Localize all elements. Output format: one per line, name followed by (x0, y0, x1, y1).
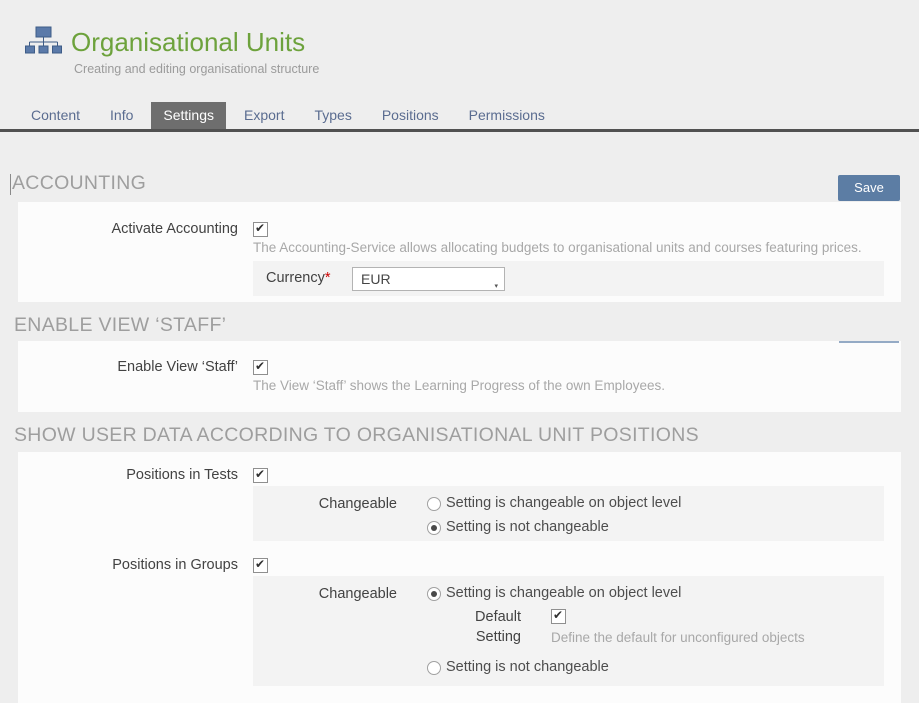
groups-not-changeable-radio-label[interactable]: Setting is not changeable (446, 659, 609, 675)
section-title-staff-view: ENABLE VIEW ‘STAFF’ (14, 314, 226, 337)
tests-changeable-subpanel: Changeable Setting is changeable on obje… (253, 486, 884, 541)
tab-positions[interactable]: Positions (370, 102, 451, 129)
default-setting-description: Define the default for unconfigured obje… (551, 630, 805, 645)
positions-in-groups-checkbox[interactable] (253, 558, 268, 573)
staff-view-panel: Enable View ‘Staff’ The View ‘Staff’ sho… (18, 341, 901, 412)
tab-permissions[interactable]: Permissions (457, 102, 557, 129)
groups-changeable-radio-label[interactable]: Setting is changeable on object level (446, 585, 681, 601)
positions-in-tests-label: Positions in Tests (18, 467, 238, 483)
panel-top-accent-line (839, 341, 899, 343)
tests-changeable-radio-label[interactable]: Setting is changeable on object level (446, 495, 681, 511)
groups-not-changeable-radio[interactable] (427, 661, 441, 675)
default-setting-label-line2: Setting (476, 629, 521, 645)
tab-underline (0, 129, 919, 132)
required-asterisk: * (325, 270, 331, 286)
tests-not-changeable-radio[interactable] (427, 521, 441, 535)
enable-view-staff-label: Enable View ‘Staff’ (18, 359, 238, 375)
tests-not-changeable-radio-label[interactable]: Setting is not changeable (446, 519, 609, 535)
default-setting-checkbox[interactable] (551, 609, 566, 624)
groups-changeable-radio[interactable] (427, 587, 441, 601)
section-title-user-data: SHOW USER DATA ACCORDING TO ORGANISATION… (14, 424, 699, 447)
org-chart-icon (25, 26, 63, 59)
tests-changeable-label: Changeable (253, 496, 397, 512)
text-cursor (10, 174, 11, 195)
currency-subpanel: Currency* EUR ▾ (253, 261, 884, 296)
activate-accounting-checkbox[interactable] (253, 222, 268, 237)
tab-export[interactable]: Export (232, 102, 296, 129)
activate-accounting-label: Activate Accounting (18, 221, 238, 237)
currency-select[interactable]: EUR ▾ (352, 267, 505, 291)
currency-select-value: EUR (361, 271, 391, 287)
positions-in-groups-label: Positions in Groups (18, 557, 238, 573)
page-title: Organisational Units (71, 27, 305, 58)
dropdown-arrow-icon: ▾ (494, 276, 498, 298)
currency-label-text: Currency (266, 270, 325, 286)
groups-changeable-label: Changeable (253, 586, 397, 602)
section-title-accounting: ACCOUNTING (12, 172, 146, 195)
default-setting-label: Default Setting (373, 607, 521, 647)
groups-changeable-subpanel: Changeable Setting is changeable on obje… (253, 576, 884, 686)
tab-info[interactable]: Info (98, 102, 145, 129)
enable-view-staff-description: The View ‘Staff’ shows the Learning Prog… (253, 378, 665, 393)
positions-in-tests-checkbox[interactable] (253, 468, 268, 483)
default-setting-label-line1: Default (475, 609, 521, 625)
save-button[interactable]: Save (838, 175, 900, 201)
enable-view-staff-checkbox[interactable] (253, 360, 268, 375)
tab-content[interactable]: Content (19, 102, 92, 129)
tab-settings[interactable]: Settings (151, 102, 226, 129)
tests-changeable-radio[interactable] (427, 497, 441, 511)
settings-page: Organisational Units Creating and editin… (0, 0, 919, 703)
page-subtitle: Creating and editing organisational stru… (74, 62, 319, 76)
currency-label: Currency* (266, 270, 330, 286)
user-data-panel: Positions in Tests Changeable Setting is… (18, 452, 901, 703)
activate-accounting-description: The Accounting-Service allows allocating… (253, 240, 862, 255)
tab-types[interactable]: Types (302, 102, 363, 129)
accounting-panel: Activate Accounting The Accounting-Servi… (18, 202, 901, 302)
tab-bar: Content Info Settings Export Types Posit… (0, 102, 919, 129)
